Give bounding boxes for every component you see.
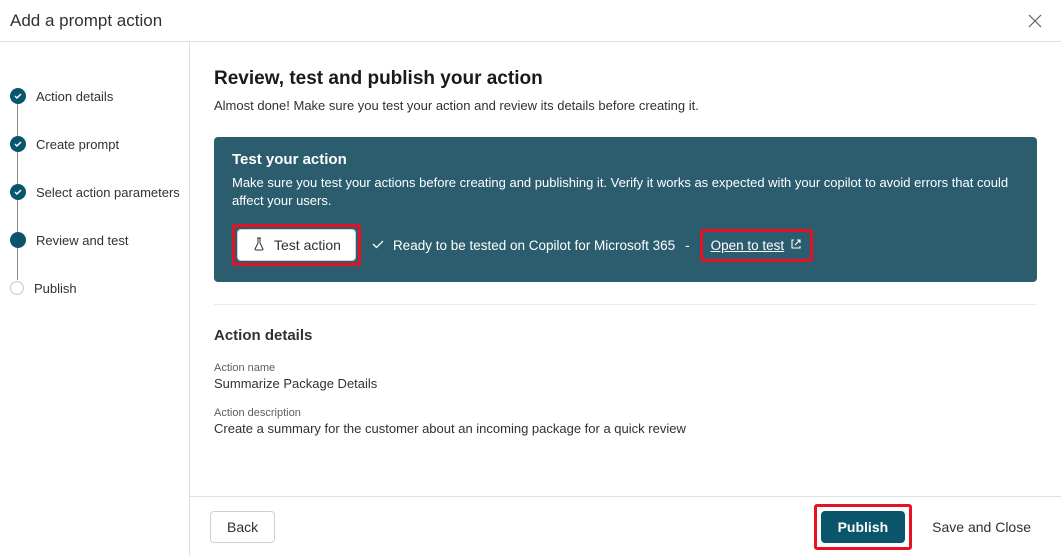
open-to-test-link[interactable]: Open to test xyxy=(705,234,809,257)
step-label: Create prompt xyxy=(36,137,119,152)
open-to-test-label: Open to test xyxy=(711,238,785,253)
action-details-title: Action details xyxy=(214,327,1037,344)
test-panel-title: Test your action xyxy=(232,151,1019,168)
test-action-button[interactable]: Test action xyxy=(237,229,356,261)
dialog-footer: Back Publish Save and Close xyxy=(190,496,1061,556)
wizard-sidebar: Action details Create prompt Select acti… xyxy=(0,42,190,556)
action-description-label: Action description xyxy=(214,407,1037,419)
step-label: Review and test xyxy=(36,233,129,248)
step-review-test[interactable]: Review and test xyxy=(10,216,181,264)
ready-status: Ready to be tested on Copilot for Micros… xyxy=(371,237,675,254)
action-name-value: Summarize Package Details xyxy=(214,376,1037,391)
test-panel-description: Make sure you test your actions before c… xyxy=(232,174,1019,210)
highlight-annotation: Publish xyxy=(814,504,913,550)
back-button[interactable]: Back xyxy=(210,511,275,543)
page-title: Review, test and publish your action xyxy=(214,68,1037,90)
test-panel-actions: Test action Ready to be tested on Copilo… xyxy=(232,224,1019,266)
checkmark-icon xyxy=(371,237,385,254)
step-create-prompt[interactable]: Create prompt xyxy=(10,120,181,168)
step-publish[interactable]: Publish xyxy=(10,264,181,312)
footer-right: Publish Save and Close xyxy=(814,504,1041,550)
open-external-icon xyxy=(790,238,802,253)
checkmark-icon xyxy=(10,136,26,152)
checkmark-icon xyxy=(10,88,26,104)
test-action-label: Test action xyxy=(274,237,341,253)
step-label: Select action parameters xyxy=(36,185,180,200)
step-label: Publish xyxy=(34,281,77,296)
page-subtitle: Almost done! Make sure you test your act… xyxy=(214,98,1037,113)
step-pending-icon xyxy=(10,281,24,295)
wizard-steps: Action details Create prompt Select acti… xyxy=(10,72,181,312)
action-description-value: Create a summary for the customer about … xyxy=(214,421,1037,436)
step-current-icon xyxy=(10,232,26,248)
dialog-header: Add a prompt action xyxy=(0,0,1061,42)
step-select-parameters[interactable]: Select action parameters xyxy=(10,168,181,216)
main-panel: Review, test and publish your action Alm… xyxy=(190,42,1061,556)
separator-text: - xyxy=(685,238,690,253)
main-content: Review, test and publish your action Alm… xyxy=(190,42,1061,496)
checkmark-icon xyxy=(10,184,26,200)
step-action-details[interactable]: Action details xyxy=(10,72,181,120)
step-label: Action details xyxy=(36,89,113,104)
close-icon[interactable] xyxy=(1025,11,1045,31)
highlight-annotation: Test action xyxy=(232,224,361,266)
dialog-body: Action details Create prompt Select acti… xyxy=(0,42,1061,556)
dialog-title: Add a prompt action xyxy=(10,11,162,31)
action-name-label: Action name xyxy=(214,362,1037,374)
save-and-close-button[interactable]: Save and Close xyxy=(922,511,1041,543)
highlight-annotation: Open to test xyxy=(700,229,814,262)
ready-text: Ready to be tested on Copilot for Micros… xyxy=(393,238,675,253)
publish-button[interactable]: Publish xyxy=(821,511,906,543)
divider xyxy=(214,304,1037,305)
test-action-panel: Test your action Make sure you test your… xyxy=(214,137,1037,282)
beaker-icon xyxy=(252,237,266,254)
